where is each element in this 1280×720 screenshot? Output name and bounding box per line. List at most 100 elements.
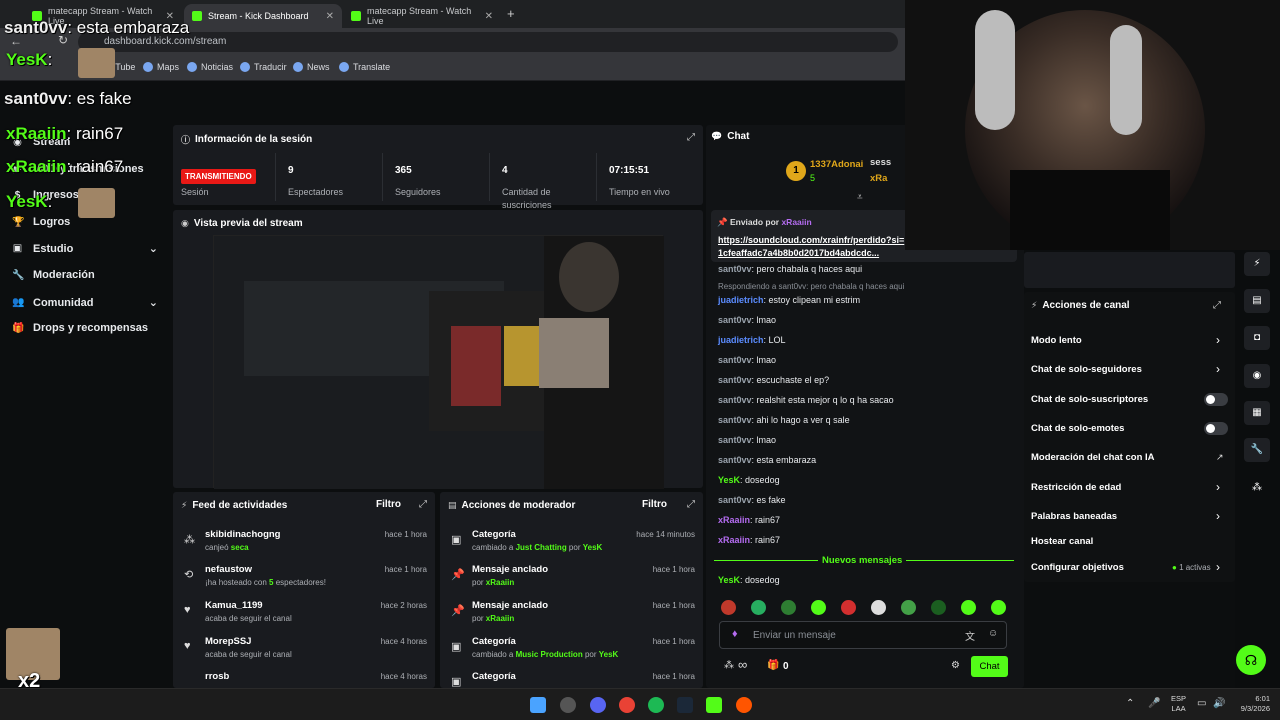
layout-icon[interactable]: ▦ <box>1244 401 1270 425</box>
translate-icon[interactable]: 文 <box>965 628 975 643</box>
steam-icon[interactable] <box>677 697 693 713</box>
infinity-value: ∞ <box>738 657 748 672</box>
emote-icon[interactable] <box>811 600 826 615</box>
chevron-right-icon[interactable]: › <box>1216 509 1220 523</box>
chat-username[interactable]: YesK <box>718 475 740 485</box>
expand-icon[interactable]: ⤢ <box>687 499 695 510</box>
emote-icon[interactable] <box>781 600 796 615</box>
app-icon[interactable] <box>560 697 576 713</box>
chat-username[interactable]: sant0vv <box>718 375 752 385</box>
top-gifter-name[interactable]: 1337Adonai <box>810 159 863 170</box>
sidebar-item-estudio[interactable]: ▣ Estudio ⌄ <box>12 242 158 256</box>
points-icon[interactable]: ⁂ <box>724 660 734 671</box>
new-messages-divider[interactable]: Nuevos mensajes <box>818 555 907 566</box>
close-tab-icon[interactable]: ✕ <box>326 11 334 22</box>
chat-username[interactable]: sant0vv <box>718 264 752 274</box>
bookmark-item[interactable]: Traducir <box>240 62 287 72</box>
chat-username[interactable]: xRaaiin <box>718 515 750 525</box>
send-chat-button[interactable]: Chat <box>971 656 1008 677</box>
goals-badge: 1 activas <box>1179 563 1211 572</box>
emote-icon[interactable] <box>871 600 886 615</box>
chat-icon[interactable]: ◘ <box>1244 326 1270 350</box>
kick-icon[interactable] <box>706 697 722 713</box>
clock[interactable]: 6:01 9/3/2026 <box>1232 694 1270 714</box>
top-gifter-name[interactable]: sess <box>870 157 904 168</box>
chrome-icon[interactable] <box>619 697 635 713</box>
chevron-right-icon[interactable]: › <box>1216 362 1220 376</box>
external-link-icon[interactable]: ↗ <box>1216 452 1224 463</box>
spotify-icon[interactable] <box>648 697 664 713</box>
chevron-right-icon[interactable]: › <box>1216 480 1220 494</box>
chat-username[interactable]: juadietrich <box>718 335 764 345</box>
chat-username[interactable]: juadietrich <box>718 295 764 305</box>
chat-username[interactable]: sant0vv <box>718 315 752 325</box>
expand-icon[interactable]: ⤢ <box>1213 300 1221 311</box>
settings-gear-icon[interactable]: ⚙ <box>951 660 960 671</box>
chat-username[interactable]: sant0vv <box>718 435 752 445</box>
discord-icon[interactable] <box>590 697 606 713</box>
chevron-right-icon[interactable]: › <box>1216 560 1220 574</box>
browser-tab[interactable]: matecapp Stream - Watch Live ✕ <box>343 4 501 28</box>
tray-chevron-icon[interactable]: ⌃ <box>1126 698 1134 709</box>
chat-username[interactable]: sant0vv <box>718 455 752 465</box>
filter-button[interactable]: Filtro <box>376 499 401 510</box>
emote-icon[interactable] <box>991 600 1006 615</box>
chat-username[interactable]: xRaaiin <box>718 535 750 545</box>
subs-only-toggle[interactable] <box>1204 393 1228 406</box>
sidebar-item-moderacion[interactable]: 🔧 Moderación <box>12 269 95 281</box>
volume-icon[interactable]: 🔊 <box>1213 698 1225 709</box>
emote-icon[interactable] <box>901 600 916 615</box>
action-banned-words[interactable]: Palabras baneadas <box>1031 511 1117 522</box>
bolt-icon[interactable]: ⚡ <box>1244 252 1270 276</box>
network-icon[interactable]: ▭ <box>1197 698 1206 709</box>
chat-username[interactable]: sant0vv <box>718 355 752 365</box>
action-goals[interactable]: Configurar objetivos <box>1031 562 1124 573</box>
points-icon[interactable]: ⁂ <box>1244 476 1270 500</box>
bookmark-item[interactable]: Translate <box>339 62 390 72</box>
chat-input[interactable]: ♦ Enviar un mensaje 文 ☺ <box>719 621 1007 649</box>
chat-username[interactable]: sant0vv <box>718 415 752 425</box>
filter-button[interactable]: Filtro <box>642 499 667 510</box>
overlay-line: sant0vv: es fake <box>4 89 132 108</box>
new-tab-button[interactable]: + <box>507 6 515 21</box>
expand-icon[interactable]: ⤢ <box>419 499 427 510</box>
microphone-icon[interactable]: 🎤 <box>1148 698 1160 709</box>
emote-icon[interactable] <box>751 600 766 615</box>
emote-icon[interactable] <box>931 600 946 615</box>
url-field[interactable]: dashboard.kick.com/stream <box>78 32 898 52</box>
sidebar-item-drops[interactable]: 🎁 Drops y recompensas <box>12 322 148 334</box>
bookmark-item[interactable]: News <box>293 62 330 72</box>
top-gifter-name[interactable]: xRa <box>870 173 904 184</box>
emote-icon[interactable] <box>721 600 736 615</box>
sidebar-item-logros[interactable]: 🏆 Logros <box>12 216 70 228</box>
notes-icon[interactable]: ▤ <box>1244 289 1270 313</box>
action-slow-mode[interactable]: Modo lento <box>1031 335 1082 346</box>
soundcloud-icon[interactable] <box>736 697 752 713</box>
start-menu-icon[interactable] <box>530 697 546 713</box>
expand-icon[interactable]: ⤢ <box>687 132 695 143</box>
stat-label: Tiempo en vivo <box>609 187 670 197</box>
sidebar-item-comunidad[interactable]: 👥 Comunidad ⌄ <box>12 296 158 310</box>
action-host-channel[interactable]: Hostear canal <box>1031 536 1093 547</box>
broadcast-icon[interactable]: ◉ <box>1244 364 1270 388</box>
collapse-icon[interactable]: ⩡ <box>857 192 863 203</box>
bookmark-item[interactable]: Noticias <box>187 62 233 72</box>
close-tab-icon[interactable]: ✕ <box>485 11 493 22</box>
emote-icon[interactable] <box>961 600 976 615</box>
bookmark-item[interactable]: Maps <box>143 62 179 72</box>
emoji-icon[interactable]: ☺ <box>988 628 998 639</box>
chat-username[interactable]: sant0vv <box>718 495 752 505</box>
emote-icon[interactable] <box>841 600 856 615</box>
action-ai-moderation[interactable]: Moderación del chat con IA <box>1031 452 1155 463</box>
support-icon[interactable]: ☊ <box>1236 645 1266 675</box>
browser-tab-active[interactable]: Stream - Kick Dashboard ✕ <box>184 4 342 28</box>
action-age-restriction[interactable]: Restricción de edad <box>1031 482 1121 493</box>
emotes-only-toggle[interactable] <box>1204 422 1228 435</box>
pinned-link[interactable]: https://soundcloud.com/xrainfr/perdido?s… <box>718 234 908 260</box>
action-followers-only[interactable]: Chat de solo-seguidores <box>1031 364 1142 375</box>
gift-icon[interactable]: 🎁 <box>767 660 779 671</box>
stream-preview-video[interactable] <box>213 235 664 489</box>
wrench-icon[interactable]: 🔧 <box>1244 438 1270 462</box>
chat-username[interactable]: sant0vv <box>718 395 752 405</box>
chevron-right-icon[interactable]: › <box>1216 333 1220 347</box>
